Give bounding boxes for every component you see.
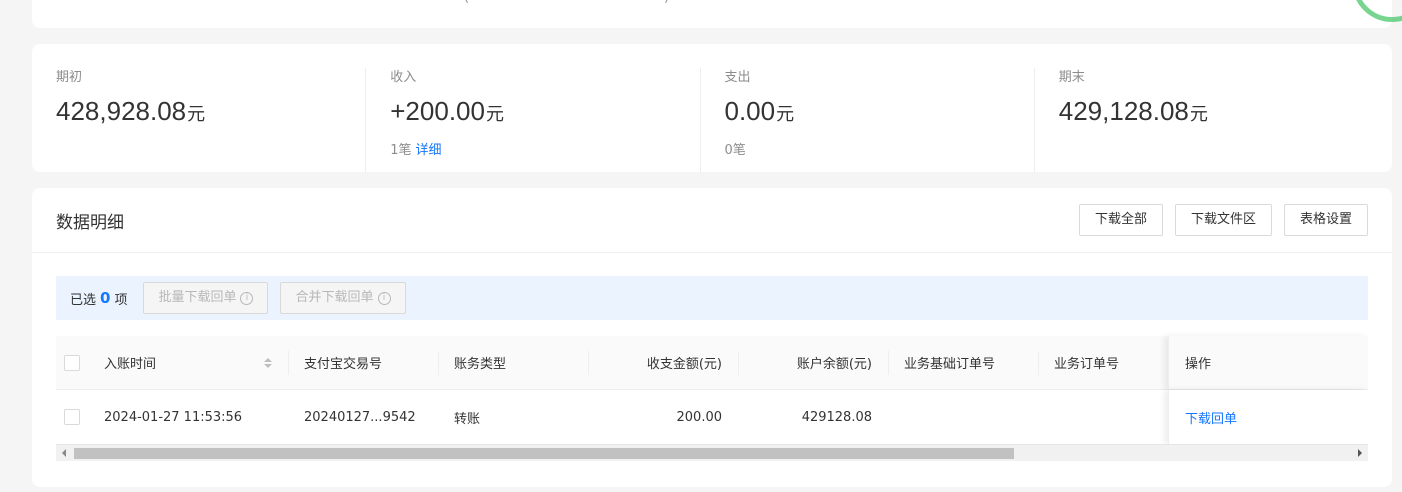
scroll-left-arrow-icon[interactable]: [62, 449, 66, 457]
info-icon: i: [240, 291, 254, 305]
stat-unit: 元: [187, 104, 206, 124]
col-op: 操作: [1168, 336, 1368, 389]
table-row: 2024-01-27 11:53:56 20240127...9542 转账 2…: [56, 390, 1368, 444]
selected-prefix: 已选: [70, 292, 97, 308]
top-card-partial: ( ): [32, 0, 1392, 28]
col-amount: 收支金额(元): [588, 336, 738, 389]
detail-title: 数据明细: [56, 212, 124, 233]
row-checkbox-cell: [56, 390, 88, 444]
table-settings-button[interactable]: 表格设置: [1283, 204, 1368, 236]
stat-sub: 1笔 详细: [390, 141, 675, 161]
table-header: 入账时间 支付宝交易号 账务类型 收支金额(元) 账户余额(元) 业务基础订单号…: [56, 336, 1368, 390]
merge-download-label: 合并下载回单: [295, 290, 374, 305]
col-type: 账务类型: [438, 336, 588, 389]
stat-closing: 期末 429,128.08元: [1033, 68, 1368, 172]
col-order: 业务订单号: [1038, 336, 1168, 389]
cell-trade-no: 20240127...9542: [304, 409, 416, 425]
income-detail-link[interactable]: 详细: [416, 143, 442, 158]
download-receipt-link[interactable]: 下载回单: [1185, 408, 1237, 427]
income-count: 1笔: [390, 143, 412, 158]
cell-balance: 429128.08: [801, 409, 872, 425]
data-table: 入账时间 支付宝交易号 账务类型 收支金额(元) 账户余额(元) 业务基础订单号…: [56, 336, 1368, 444]
col-time[interactable]: 入账时间: [88, 336, 288, 389]
data-detail-card: 数据明细 下载全部 下载文件区 表格设置 已选 0 项 批量下载回单 i 合并下…: [32, 188, 1392, 487]
stat-amount: +200.00: [390, 96, 485, 126]
cell-op: 下载回单: [1168, 390, 1368, 444]
stat-label: 支出: [724, 70, 751, 85]
col-balance: 账户余额(元): [738, 336, 888, 389]
cell-time: 2024-01-27 11:53:56: [104, 409, 243, 425]
header-checkbox-cell: [56, 336, 88, 389]
col-trade-no: 支付宝交易号: [288, 336, 438, 389]
cell-base-order: [888, 390, 1038, 444]
cell-type: 转账: [454, 411, 481, 427]
batch-download-button[interactable]: 批量下载回单 i: [143, 282, 269, 314]
info-icon: i: [377, 291, 391, 305]
expense-count: 0笔: [724, 143, 746, 158]
stat-income: 收入 +200.00元 1笔 详细: [365, 68, 699, 172]
stat-value: +200.00元: [390, 94, 675, 131]
top-right-paren: ): [664, 0, 669, 5]
stat-unit: 元: [776, 104, 795, 124]
scrollbar-thumb[interactable]: [74, 448, 1014, 459]
scroll-right-arrow-icon[interactable]: [1358, 449, 1362, 457]
stat-value: 0.00元: [725, 94, 1010, 131]
stat-label: 期初: [56, 70, 83, 85]
stat-amount: 0.00: [724, 96, 776, 126]
selection-bar: 已选 0 项 批量下载回单 i 合并下载回单 i: [56, 276, 1368, 320]
selected-suffix: 项: [114, 292, 128, 308]
stat-unit: 元: [485, 104, 504, 124]
stat-amount: 429,128.08: [1058, 96, 1189, 126]
summary-card: 期初 428,928.08元 收入 +200.00元 1笔 详细 支出 0.00元…: [32, 44, 1392, 172]
download-area-button[interactable]: 下载文件区: [1174, 204, 1272, 236]
stat-opening: 期初 428,928.08元: [56, 68, 365, 172]
select-all-checkbox[interactable]: [64, 354, 80, 371]
header-buttons: 下载全部 下载文件区 表格设置: [1078, 204, 1368, 236]
stat-label: 期末: [1058, 70, 1085, 85]
stat-value: 428,928.08元: [56, 94, 341, 131]
stat-unit: 元: [1189, 104, 1208, 124]
merge-download-button[interactable]: 合并下载回单 i: [280, 282, 406, 314]
stat-sub: 0笔: [725, 141, 1010, 161]
stat-expense: 支出 0.00元 0笔: [699, 68, 1034, 172]
download-all-button[interactable]: 下载全部: [1078, 204, 1163, 236]
batch-download-label: 批量下载回单: [158, 290, 237, 305]
col-time-label: 入账时间: [104, 357, 157, 372]
row-checkbox[interactable]: [64, 409, 80, 425]
horizontal-scrollbar[interactable]: [56, 444, 1368, 461]
cell-order: [1038, 390, 1168, 444]
cell-amount: 200.00: [676, 409, 723, 425]
stat-amount: 428,928.08: [56, 96, 187, 126]
col-base-order: 业务基础订单号: [888, 336, 1038, 389]
detail-header: 数据明细 下载全部 下载文件区 表格设置: [32, 188, 1392, 253]
top-left-paren: (: [464, 0, 469, 5]
sort-icon[interactable]: [264, 357, 272, 368]
stat-label: 收入: [390, 70, 417, 85]
selected-count: 0: [100, 289, 111, 307]
stat-value: 429,128.08元: [1059, 94, 1344, 131]
